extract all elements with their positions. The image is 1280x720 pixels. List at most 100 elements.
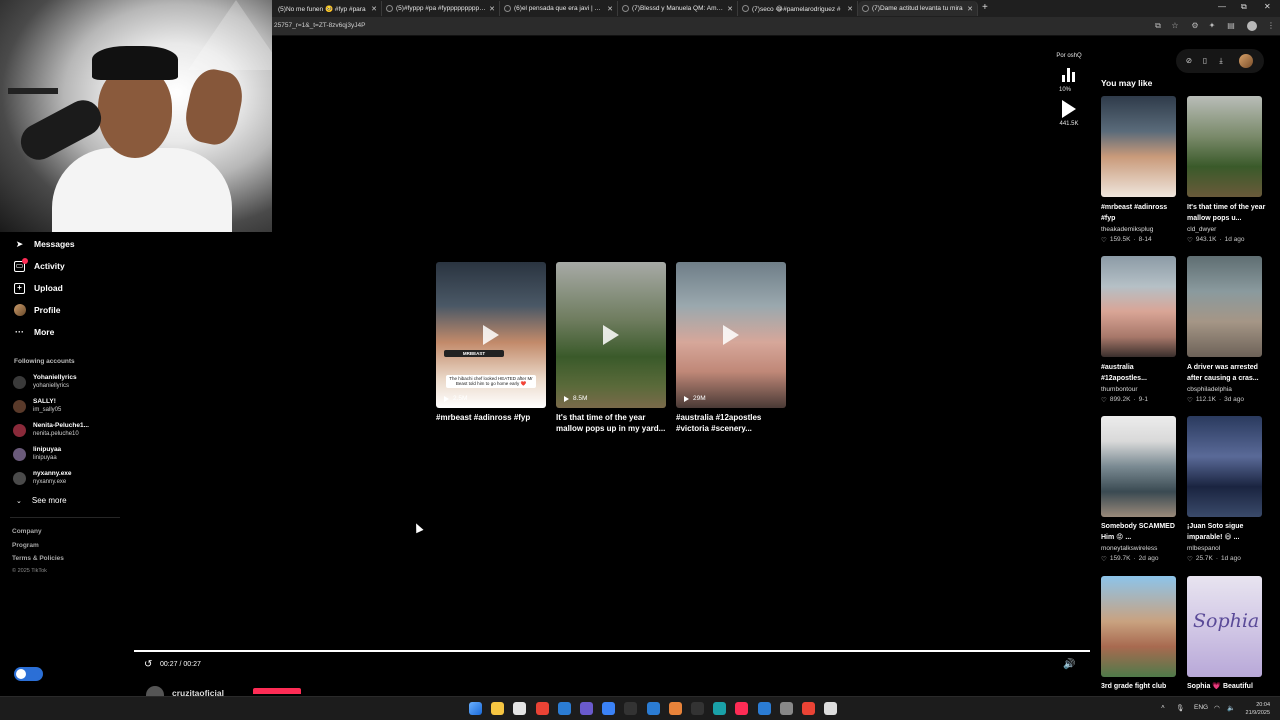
system-clock[interactable]: 20:04 21/9/2025 [1240,701,1270,717]
browser-tab[interactable]: (7)Blessd y Manuela QM: Amor y ✕ [618,1,738,16]
replay-icon[interactable]: ↺ [144,659,152,670]
suggested-video-thumb[interactable] [1187,256,1262,357]
star-icon[interactable]: ☆ [1170,21,1180,31]
download-icon[interactable]: ⤓ [1216,56,1226,66]
window-close-button[interactable]: ✕ [1264,2,1271,11]
taskbar-app-icon[interactable] [491,702,505,715]
suggested-video-thumb[interactable] [1101,256,1176,357]
suggested-video-title[interactable]: Sophia 💗 Beautiful [1187,681,1267,692]
menu-icon[interactable]: ⋮ [1266,21,1276,31]
maximize-button[interactable]: ⧉ [1241,2,1247,12]
browser-tab[interactable]: (6)el pensada que era javi | TikTok ✕ [500,1,618,16]
suggested-video-title[interactable]: #mrbeast #adinross #fyp [1101,202,1181,224]
new-tab-button[interactable]: + [982,2,988,13]
nav-more[interactable]: ··· More [14,325,54,339]
taskbar-app-icon[interactable] [580,702,593,715]
close-icon[interactable]: ✕ [847,5,853,13]
language-indicator[interactable]: ENG [1194,704,1208,711]
suggested-video-author[interactable]: moneytalkswireless [1101,545,1181,552]
suggested-video-title[interactable]: 3rd grade fight club [1101,681,1181,692]
nav-profile[interactable]: Profile [14,303,60,317]
compass-icon[interactable]: ⊘ [1184,56,1194,66]
close-icon[interactable]: ✕ [727,5,733,13]
related-video-thumb[interactable]: MRBEAST The hibachi chef looked HEATED a… [436,262,546,408]
suggested-video-thumb[interactable] [1187,96,1262,197]
suggested-video-thumb[interactable]: Sophia [1187,576,1262,677]
taskbar-app-icon[interactable] [535,702,549,715]
suggested-video-thumb[interactable] [1101,96,1176,197]
extension-icon[interactable]: ⚙ [1190,21,1200,31]
taskbar-app-icon[interactable] [668,702,682,715]
nav-messages[interactable]: ➤ Messages [14,237,75,251]
chevron-up-icon[interactable]: ˄ [1161,704,1165,711]
suggested-video-title[interactable]: #australia #12apostles... [1101,362,1181,384]
follow-button[interactable] [253,688,301,694]
volume-icon[interactable]: 🔊 [1063,659,1075,670]
footer-program[interactable]: Program [12,542,39,549]
suggested-video-thumb[interactable] [1101,416,1176,517]
browser-tab-active[interactable]: (7)Dame actitud levanta tu mira ✕ [858,1,978,16]
following-account[interactable]: linipuyaa linipuyaa [13,446,61,462]
volume-tray-icon[interactable]: 🔈 [1227,704,1235,712]
following-account[interactable]: Yohaniellyrics yohaniellyrics [13,374,77,390]
play-icon[interactable] [1062,100,1076,118]
close-icon[interactable]: ✕ [967,5,973,13]
close-icon[interactable]: ✕ [371,5,377,13]
nav-activity[interactable]: ▭ Activity [14,257,65,273]
taskbar-app-icon[interactable] [802,702,815,715]
avatar[interactable] [1239,54,1253,68]
taskbar-app-icon[interactable] [713,702,727,715]
suggested-video-author[interactable]: cbsphiladelphia [1187,386,1267,393]
install-icon[interactable]: ⧉ [1153,21,1163,31]
footer-terms[interactable]: Terms & Policies [12,555,64,562]
close-icon[interactable]: ✕ [607,5,613,13]
browser-tab[interactable]: (5)No me funen 🥺 #fyp #para ✕ [274,1,382,16]
profile-avatar[interactable] [1247,21,1257,31]
taskbar-app-icon[interactable] [624,702,638,715]
phone-icon[interactable]: ▯ [1200,56,1210,66]
taskbar-app-icon[interactable] [646,702,660,715]
taskbar-app-icon[interactable] [735,702,749,715]
windows-start-icon[interactable] [469,702,482,715]
related-video-thumb[interactable]: 29M [676,262,786,408]
extensions-puzzle-icon[interactable]: ✦ [1207,21,1217,31]
suggested-video-author[interactable]: theakademiksplug [1101,226,1181,233]
close-icon[interactable]: ✕ [489,5,495,13]
suggested-video-title[interactable]: A driver was arrested after causing a cr… [1187,362,1267,384]
following-account[interactable]: nyxanny.exe nyxanny.exe [13,470,72,486]
browser-tab[interactable]: (5)#fyppp #pa #fyppppppppppp ✕ [382,1,500,16]
suggested-video-author[interactable]: cld_dwyer [1187,226,1267,233]
suggested-video-author[interactable]: mlbespanol [1187,545,1267,552]
taskbar-app-icon[interactable] [757,702,771,715]
footer-company[interactable]: Company [12,528,42,535]
taskbar-app-icon[interactable] [824,702,838,715]
browser-tab[interactable]: (7)seco 😂#pamelarodriguez # ✕ [738,1,858,16]
url-field[interactable]: 25757_r=1&_t=ZT-8zv6qj3yJ4P [274,22,365,29]
sidebar-icon[interactable]: ▤ [1226,21,1236,31]
following-account[interactable]: SALLY! im_sally05 [13,398,61,414]
suggested-video-thumb[interactable] [1187,416,1262,517]
taskbar-app-icon[interactable] [602,702,616,715]
stats-bars-icon[interactable] [1062,68,1076,82]
microphone-icon[interactable]: 🎙 [1176,704,1184,712]
suggested-video-title[interactable]: ¡Juan Soto sigue imparable! 😃 ... [1187,521,1267,543]
related-video-caption[interactable]: It's that time of the year mallow pops u… [556,412,668,434]
see-more-button[interactable]: ⌄ See more [16,496,67,505]
suggested-video-thumb[interactable] [1101,576,1176,677]
taskbar-app-icon[interactable] [691,702,704,715]
wifi-icon[interactable]: ◠ [1214,704,1220,712]
related-video-thumb[interactable]: 8.5M [556,262,666,408]
following-account[interactable]: Nenita-Peluche1... nenita.peluche10 [13,422,89,438]
taskbar-app-icon[interactable] [513,702,527,715]
video-progress-bar[interactable] [134,650,1090,652]
related-video-caption[interactable]: #mrbeast #adinross #fyp [436,412,548,423]
suggested-video-title[interactable]: It's that time of the year mallow pops u… [1187,202,1267,224]
taskbar-app-icon[interactable] [557,702,571,715]
suggested-video-title[interactable]: Somebody SCAMMED Him 😡 ... [1101,521,1181,543]
minimize-button[interactable]: — [1218,2,1226,11]
taskbar-app-icon[interactable] [779,702,793,715]
nav-upload[interactable]: + Upload [14,281,63,295]
suggested-video-author[interactable]: thumbontour [1101,386,1181,393]
related-video-caption[interactable]: #australia #12apostles #victoria #scener… [676,412,788,434]
theme-toggle[interactable] [14,667,43,681]
